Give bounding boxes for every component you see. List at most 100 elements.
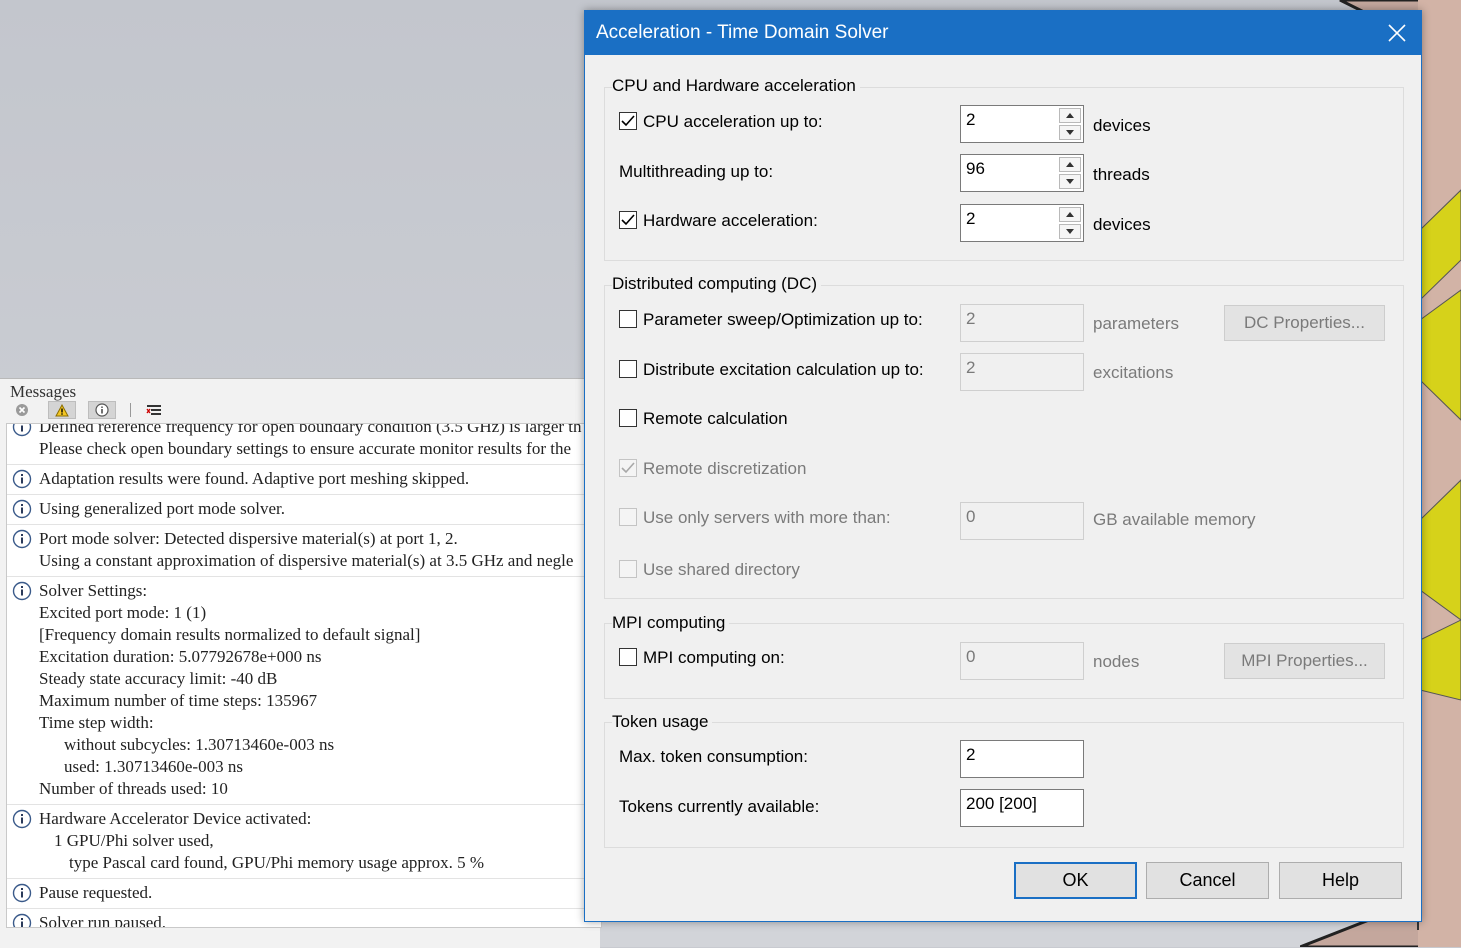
warning-icon	[55, 403, 69, 416]
message-text: without subcycles: 1.30713460e-003 ns	[64, 735, 335, 754]
parameters-value: 2	[966, 309, 976, 328]
max-token-value: 2	[966, 745, 976, 764]
shared-directory-checkbox[interactable]	[619, 560, 637, 578]
spin-down-button[interactable]	[1059, 174, 1081, 189]
hw-devices-value: 2	[966, 209, 976, 228]
clear-messages-button[interactable]	[140, 401, 168, 419]
remote-discretization-checkbox[interactable]	[619, 459, 637, 477]
message-item[interactable]: Adaptation results were found. Adaptive …	[7, 464, 601, 495]
info-icon	[12, 809, 32, 829]
distribute-excitation-checkbox[interactable]	[619, 360, 637, 378]
message-item[interactable]: Defined reference frequency for open bou…	[7, 423, 601, 465]
info-icon	[12, 883, 32, 903]
message-text: Number of threads used: 10	[39, 779, 228, 798]
spin-up-button[interactable]	[1059, 157, 1081, 172]
info-icon	[12, 581, 32, 601]
message-item[interactable]: Solver run paused.	[7, 908, 601, 928]
remote-calculation-label: Remote calculation	[643, 409, 788, 428]
toolbar-separator	[130, 403, 131, 417]
threads-value: 96	[966, 159, 985, 178]
messages-title: Messages	[10, 382, 77, 401]
memory-field[interactable]: 0	[960, 502, 1084, 540]
filter-info-button[interactable]	[88, 401, 116, 419]
mpi-computing-label: MPI computing on:	[643, 648, 785, 667]
nodes-value: 0	[966, 647, 976, 666]
hw-devices-spinbox[interactable]: 2	[960, 204, 1084, 242]
dc-properties-button[interactable]: DC Properties...	[1224, 305, 1385, 341]
mpi-group-label: MPI computing	[612, 613, 730, 633]
clear-list-icon	[146, 405, 161, 415]
excitations-field[interactable]: 2	[960, 353, 1084, 391]
message-item[interactable]: Hardware Accelerator Device activated: 1 …	[7, 804, 601, 879]
servers-memory-checkbox[interactable]	[619, 508, 637, 526]
message-text: Maximum number of time steps: 135967	[39, 691, 318, 710]
available-tokens-field: 200 [200]	[960, 789, 1084, 827]
servers-memory-label: Use only servers with more than:	[643, 508, 891, 527]
message-text: Time step width:	[39, 713, 154, 732]
message-text: Excitation duration: 5.07792678e+000 ns	[39, 647, 322, 666]
arrow-up-icon	[1066, 212, 1074, 217]
arrow-down-icon	[1066, 179, 1074, 184]
multithreading-label: Multithreading up to:	[619, 162, 774, 181]
parameter-sweep-label: Parameter sweep/Optimization up to:	[643, 310, 923, 329]
messages-list[interactable]: Defined reference frequency for open bou…	[6, 423, 602, 928]
dialog-title: Acceleration - Time Domain Solver	[596, 22, 889, 43]
filter-errors-button[interactable]	[8, 401, 36, 419]
hardware-acceleration-label: Hardware acceleration:	[643, 211, 818, 230]
spin-up-button[interactable]	[1059, 207, 1081, 222]
filter-warnings-button[interactable]	[48, 401, 76, 419]
cpu-acceleration-label: CPU acceleration up to:	[643, 112, 823, 131]
spin-up-button[interactable]	[1059, 108, 1081, 123]
hw-devices-spinner[interactable]	[1059, 207, 1081, 239]
dialog-titlebar[interactable]: Acceleration - Time Domain Solver	[585, 11, 1421, 55]
memory-value: 0	[966, 507, 976, 526]
acceleration-dialog: Acceleration - Time Domain Solver CPU an…	[584, 10, 1422, 922]
message-text: used: 1.30713460e-003 ns	[64, 757, 243, 776]
arrow-down-icon	[1066, 130, 1074, 135]
remote-calculation-checkbox[interactable]	[619, 409, 637, 427]
message-item[interactable]: Port mode solver: Detected dispersive ma…	[7, 524, 601, 577]
ok-button[interactable]: OK	[1014, 862, 1137, 899]
mpi-computing-checkbox[interactable]	[619, 648, 637, 666]
messages-panel: Messages Defined reference frequency for…	[0, 378, 602, 948]
message-item[interactable]: Using generalized port mode solver.	[7, 494, 601, 525]
distribute-excitation-label: Distribute excitation calculation up to:	[643, 360, 924, 379]
shared-directory-label: Use shared directory	[643, 560, 800, 579]
nodes-field[interactable]: 0	[960, 642, 1084, 680]
message-text: Solver Settings:	[39, 581, 148, 600]
close-button[interactable]	[1373, 11, 1421, 55]
message-text: Solver run paused.	[39, 913, 167, 928]
info-icon	[12, 469, 32, 489]
message-text: 1 GPU/Phi solver used,	[54, 831, 214, 850]
cpu-devices-spinbox[interactable]: 2	[960, 105, 1084, 143]
token-usage-group-label: Token usage	[612, 712, 713, 732]
max-token-field[interactable]: 2	[960, 740, 1084, 778]
error-icon	[16, 404, 28, 416]
checkmark-icon	[621, 214, 635, 226]
remote-discretization-label: Remote discretization	[643, 459, 807, 478]
message-text: Steady state accuracy limit: -40 dB	[39, 669, 278, 688]
spin-down-button[interactable]	[1059, 224, 1081, 239]
hardware-acceleration-checkbox[interactable]	[619, 211, 637, 229]
message-text: Defined reference frequency for open bou…	[39, 423, 582, 436]
message-text: Using generalized port mode solver.	[39, 499, 285, 518]
message-text: Pause requested.	[39, 883, 153, 902]
message-item[interactable]: Solver Settings: Excited port mode: 1 (1)…	[7, 576, 601, 805]
cpu-devices-spinner[interactable]	[1059, 108, 1081, 140]
message-text: [Frequency domain results normalized to …	[39, 625, 421, 644]
help-button[interactable]: Help	[1279, 862, 1402, 899]
threads-spinbox[interactable]: 96	[960, 154, 1084, 192]
parameters-field[interactable]: 2	[960, 304, 1084, 342]
cpu-devices-value: 2	[966, 110, 976, 129]
message-item[interactable]: Pause requested.	[7, 878, 601, 909]
cancel-button[interactable]: Cancel	[1146, 862, 1269, 899]
spin-down-button[interactable]	[1059, 125, 1081, 140]
parameter-sweep-checkbox[interactable]	[619, 310, 637, 328]
message-text: Adaptation results were found. Adaptive …	[39, 469, 470, 488]
memory-unit: GB available memory	[1093, 510, 1256, 529]
message-text: Port mode solver: Detected dispersive ma…	[39, 529, 458, 548]
excitations-unit: excitations	[1093, 363, 1174, 382]
cpu-acceleration-checkbox[interactable]	[619, 112, 637, 130]
mpi-properties-button[interactable]: MPI Properties...	[1224, 643, 1385, 679]
threads-spinner[interactable]	[1059, 157, 1081, 189]
